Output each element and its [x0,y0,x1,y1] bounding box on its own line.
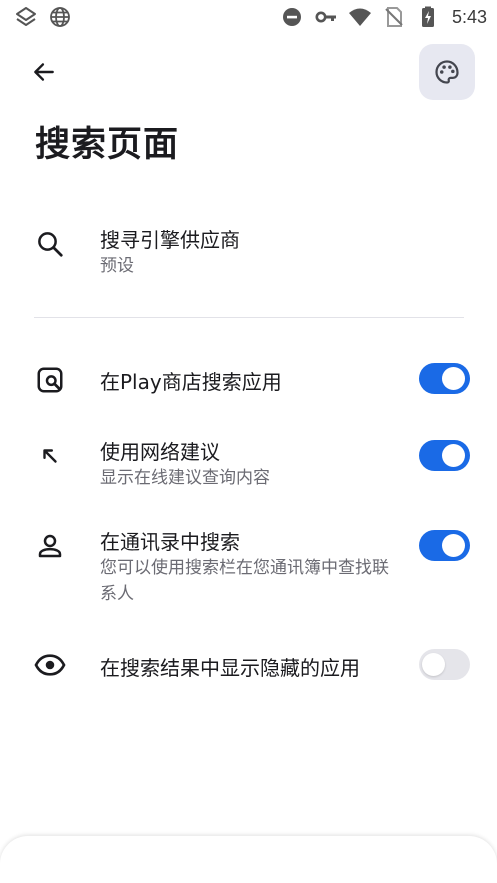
toggle-play-store-search[interactable] [419,363,470,394]
setting-play-store-search[interactable]: 在Play商店搜索应用 [0,360,497,400]
toggle-show-hidden-apps[interactable] [419,649,470,680]
toggle-knob [442,367,465,390]
page-title: 搜索页面 [35,125,180,165]
do-not-disturb-icon [282,8,301,26]
setting-title: 在搜索结果中显示隐藏的应用 [100,656,360,680]
setting-subtitle: 您可以使用搜索栏在您通讯簿中查找联系人 [100,558,389,604]
search-engine-subtitle: 预设 [100,256,134,276]
search-engine-title: 搜寻引擎供应商 [100,228,240,252]
layers-icon [16,7,36,26]
arrow-up-left-icon [34,440,66,472]
eye-icon [34,649,66,681]
setting-web-suggestions[interactable]: 使用网络建议 显示在线建议查询内容 [0,432,497,492]
wifi-icon [348,8,371,26]
status-bar: 5:43 [0,0,497,34]
person-icon [34,530,66,562]
setting-show-hidden-apps[interactable]: 在搜索结果中显示隐藏的应用 [0,646,497,686]
toggle-contacts-search[interactable] [419,530,470,561]
setting-title: 在通讯录中搜索 [100,530,240,554]
search-engine-item[interactable]: 搜寻引擎供应商 预设 [0,220,497,284]
back-button[interactable] [26,56,62,88]
vpn-key-icon [315,11,336,23]
globe-icon [50,7,70,27]
status-time: 5:43 [451,6,487,27]
setting-contacts-search[interactable]: 在通讯录中搜索 您可以使用搜索栏在您通讯簿中查找联系人 [0,522,497,612]
toggle-knob [442,444,465,467]
battery-charging-icon [421,6,434,27]
toggle-knob [422,653,445,676]
divider [34,317,464,318]
setting-title: 在Play商店搜索应用 [100,370,282,394]
theme-button[interactable] [419,44,475,100]
toggle-knob [442,534,465,557]
store-search-icon [34,364,66,396]
toggle-web-suggestions[interactable] [419,440,470,471]
setting-title: 使用网络建议 [100,440,220,464]
setting-subtitle: 显示在线建议查询内容 [100,468,270,488]
bottom-sheet[interactable] [0,836,497,883]
arrow-left-icon [34,63,54,81]
no-sim-icon [385,7,403,27]
search-icon [34,228,66,260]
palette-icon [435,60,459,84]
